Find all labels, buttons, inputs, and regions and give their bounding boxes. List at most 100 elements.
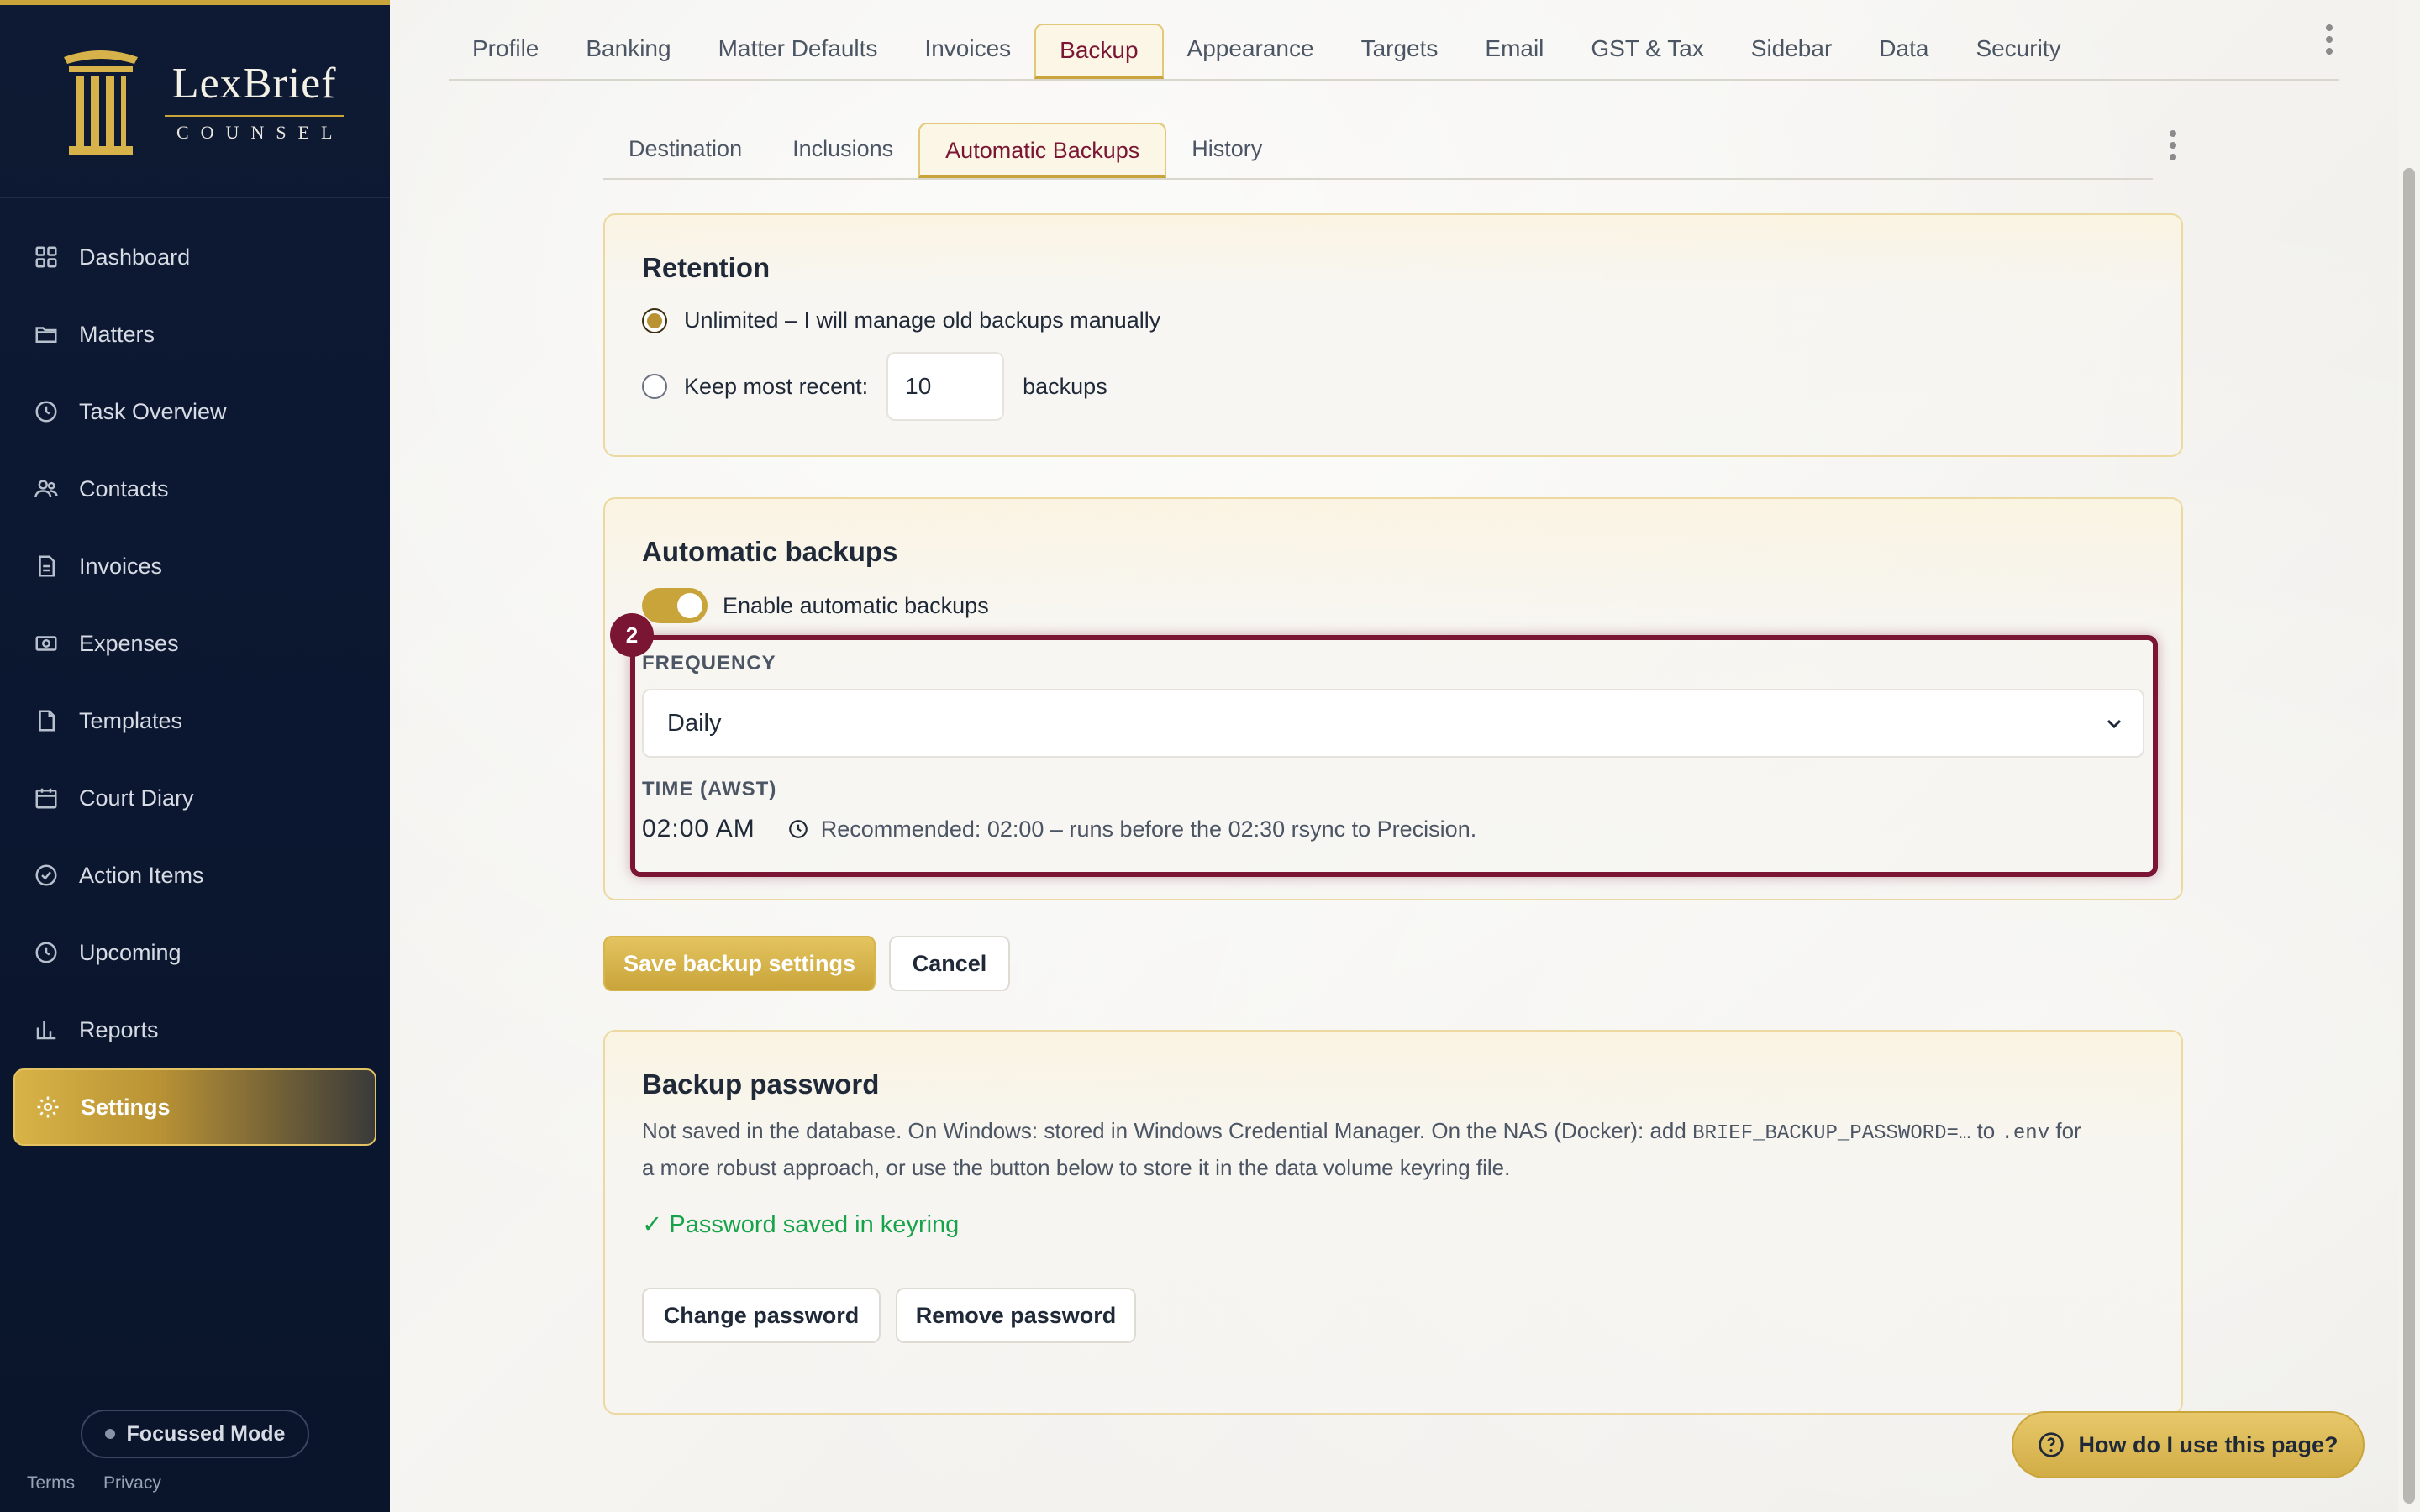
sidebar-item-label: Task Overview: [79, 398, 227, 424]
page-scrollbar[interactable]: [2398, 0, 2420, 1512]
enable-auto-backups-toggle[interactable]: [642, 588, 708, 623]
gear-icon: [35, 1095, 60, 1120]
sidebar-item-settings[interactable]: Settings: [13, 1068, 376, 1146]
desc-line-2: a more robust approach, or use the butto…: [642, 1155, 1511, 1180]
radio-unlimited-label: Unlimited – I will manage old backups ma…: [684, 307, 1161, 333]
retention-keep-option[interactable]: Keep most recent: 10 backups: [642, 352, 2144, 421]
remove-password-button[interactable]: Remove password: [896, 1288, 1136, 1343]
check-circle-icon: [34, 863, 59, 888]
sidebar-item-label: Upcoming: [79, 939, 182, 965]
sidebar-item-action-items[interactable]: Action Items: [0, 837, 390, 914]
retention-title: Retention: [642, 252, 771, 283]
subtabs-overflow-icon[interactable]: [2166, 128, 2180, 163]
sidebar-item-reports[interactable]: Reports: [0, 991, 390, 1068]
password-actions: Change password Remove password: [642, 1288, 2144, 1343]
automatic-backups-title: Automatic backups: [642, 536, 898, 567]
sidebar-nav: Dashboard Matters Task Overview Contacts…: [0, 198, 390, 1146]
sidebar-item-label: Settings: [81, 1094, 171, 1120]
sidebar-item-label: Invoices: [79, 553, 163, 579]
tab-email[interactable]: Email: [1461, 24, 1567, 79]
backup-subtabs: Destination Inclusions Automatic Backups…: [603, 123, 2153, 180]
radio-keep-label: Keep most recent:: [684, 373, 869, 399]
tab-matter-defaults[interactable]: Matter Defaults: [695, 24, 902, 79]
help-button-label: How do I use this page?: [2078, 1431, 2338, 1457]
calendar-icon: [34, 785, 59, 811]
document-icon: [34, 554, 59, 579]
desc-part-3: for: [2055, 1118, 2081, 1143]
sidebar-item-upcoming[interactable]: Upcoming: [0, 914, 390, 991]
save-backup-settings-button[interactable]: Save backup settings: [603, 936, 876, 991]
tab-sidebar[interactable]: Sidebar: [1728, 24, 1856, 79]
brand-name: LexBrief: [171, 59, 337, 108]
scrollbar-thumb[interactable]: [2403, 168, 2415, 1504]
focused-mode-label: Focussed Mode: [126, 1421, 286, 1446]
enable-auto-backups-row[interactable]: Enable automatic backups: [642, 588, 2144, 623]
sidebar-item-expenses[interactable]: Expenses: [0, 605, 390, 682]
tab-data[interactable]: Data: [1855, 24, 1952, 79]
sidebar-item-label: Reports: [79, 1016, 159, 1042]
brand[interactable]: LexBrief COUNSEL: [0, 5, 390, 198]
subtab-inclusions[interactable]: Inclusions: [767, 123, 918, 178]
radio-unlimited[interactable]: [642, 307, 667, 333]
retention-card: Retention Unlimited – I will manage old …: [603, 213, 2183, 457]
tab-invoices[interactable]: Invoices: [901, 24, 1034, 79]
file-icon: [34, 708, 59, 733]
settings-tabs: Profile Banking Matter Defaults Invoices…: [449, 24, 2339, 81]
backup-password-card: Backup password Not saved in the databas…: [603, 1030, 2183, 1415]
desc-code-env-file: .env: [2001, 1122, 2050, 1145]
sidebar-item-task-overview[interactable]: Task Overview: [0, 373, 390, 450]
sidebar-item-label: Expenses: [79, 630, 179, 656]
tab-security[interactable]: Security: [1952, 24, 2084, 79]
sidebar-item-label: Action Items: [79, 862, 204, 888]
subtab-history[interactable]: History: [1166, 123, 1287, 178]
users-icon: [34, 476, 59, 501]
enable-auto-backups-label: Enable automatic backups: [723, 592, 989, 618]
retention-unlimited-option[interactable]: Unlimited – I will manage old backups ma…: [642, 307, 2144, 333]
help-button[interactable]: How do I use this page?: [2012, 1411, 2365, 1478]
sidebar-item-contacts[interactable]: Contacts: [0, 450, 390, 528]
sidebar-item-templates[interactable]: Templates: [0, 682, 390, 759]
clock-icon: [34, 399, 59, 424]
grid-icon: [34, 244, 59, 270]
tabs-overflow-icon[interactable]: [2323, 22, 2336, 57]
clock-icon: [34, 940, 59, 965]
cancel-button[interactable]: Cancel: [889, 936, 1010, 991]
main-content: Profile Banking Matter Defaults Invoices…: [390, 0, 2420, 1512]
keep-count-suffix: backups: [1023, 373, 1107, 399]
tab-appearance[interactable]: Appearance: [1164, 24, 1338, 79]
desc-part-2: to: [1976, 1118, 1996, 1143]
sidebar-item-dashboard[interactable]: Dashboard: [0, 218, 390, 296]
brand-text: LexBrief COUNSEL: [165, 59, 345, 144]
change-password-button[interactable]: Change password: [642, 1288, 881, 1343]
tab-profile[interactable]: Profile: [449, 24, 562, 79]
keep-count-input[interactable]: 10: [886, 352, 1005, 421]
step-highlight-frame: [630, 635, 2158, 877]
tab-gst-tax[interactable]: GST & Tax: [1567, 24, 1727, 79]
terms-link[interactable]: Terms: [27, 1473, 75, 1493]
folder-icon: [34, 322, 59, 347]
desc-part-1: Not saved in the database. On Windows: s…: [642, 1118, 1686, 1143]
sidebar-item-label: Matters: [79, 321, 155, 347]
footer-links: Terms Privacy: [27, 1473, 185, 1494]
radio-keep-recent[interactable]: [642, 374, 667, 399]
focused-mode-button[interactable]: Focussed Mode: [81, 1410, 309, 1458]
sidebar-item-matters[interactable]: Matters: [0, 296, 390, 373]
tab-backup[interactable]: Backup: [1034, 24, 1164, 79]
privacy-link[interactable]: Privacy: [103, 1473, 161, 1493]
subtab-destination[interactable]: Destination: [603, 123, 767, 178]
sidebar: LexBrief COUNSEL Dashboard Matters Task …: [0, 0, 390, 1512]
sidebar-item-label: Templates: [79, 707, 183, 733]
sidebar-item-court-diary[interactable]: Court Diary: [0, 759, 390, 837]
password-status: ✓ Password saved in keyring: [642, 1211, 960, 1238]
backup-password-description: Not saved in the database. On Windows: s…: [642, 1114, 2144, 1184]
desc-code-env-var: BRIEF_BACKUP_PASSWORD=…: [1692, 1122, 1971, 1145]
subtab-automatic-backups[interactable]: Automatic Backups: [918, 123, 1167, 178]
app: LexBrief COUNSEL Dashboard Matters Task …: [0, 0, 2420, 1512]
sidebar-item-invoices[interactable]: Invoices: [0, 528, 390, 605]
tab-targets[interactable]: Targets: [1338, 24, 1462, 79]
pillar-logo-icon: [64, 50, 138, 155]
sidebar-item-label: Court Diary: [79, 785, 194, 811]
tab-banking[interactable]: Banking: [562, 24, 694, 79]
backup-password-title: Backup password: [642, 1068, 880, 1100]
money-icon: [34, 631, 59, 656]
